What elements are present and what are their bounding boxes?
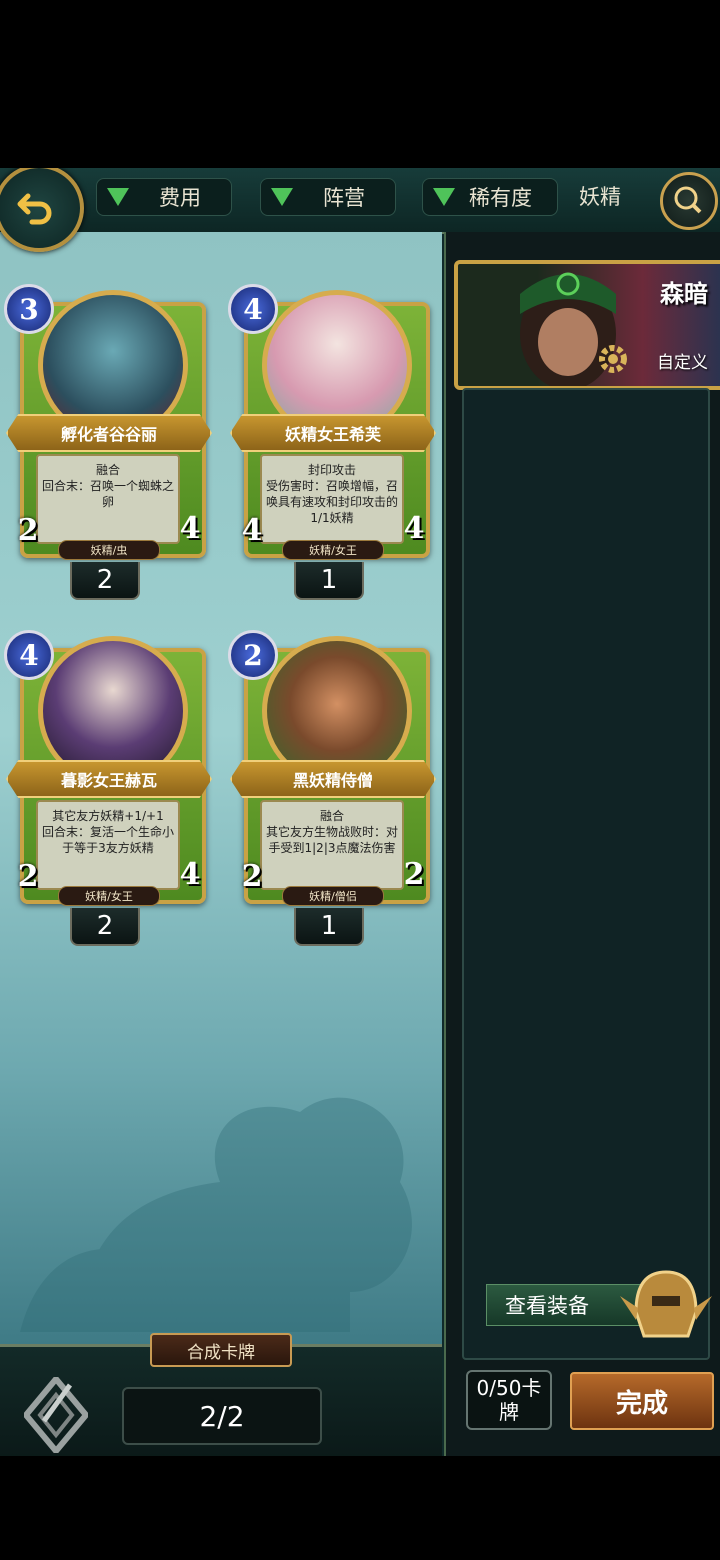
- card-name: 黑妖精侍僧: [230, 760, 436, 798]
- card-race: 妖精/僧侣: [282, 886, 384, 906]
- deck-builder: 费用 阵营 稀有度 妖精 孵化者谷谷丽 融合 回合末：召唤一个蜘蛛之卵 3 2 …: [0, 168, 720, 1456]
- bottom-bar: 合成卡牌 2/2: [0, 1333, 442, 1456]
- health-value: 4: [394, 506, 434, 550]
- health-value: 2: [394, 852, 434, 896]
- deck-panel: 森暗 自定义 查看装备 0/50卡牌 完成: [444, 232, 720, 1456]
- filter-bar: 费用 阵营 稀有度 妖精: [0, 168, 720, 252]
- card-race: 妖精/女王: [58, 886, 160, 906]
- cost-gem: 4: [228, 284, 278, 334]
- card-text: 融合 其它友方生物战败时：对手受到1|2|3点魔法伤害: [260, 800, 404, 890]
- helmet-icon: [620, 1270, 712, 1338]
- tribe-filter-value[interactable]: 妖精: [579, 181, 621, 211]
- search-icon: [674, 186, 702, 214]
- card-count: 1: [294, 562, 364, 600]
- back-arrow-icon: [17, 193, 52, 225]
- card-text: 融合 回合末：召唤一个蜘蛛之卵: [36, 454, 180, 544]
- gear-icon[interactable]: [596, 342, 630, 376]
- attack-value: 2: [232, 856, 272, 896]
- hero-portrait[interactable]: 森暗 自定义: [454, 260, 720, 390]
- dropdown-triangle-icon: [107, 188, 129, 206]
- craft-icon[interactable]: [24, 1377, 88, 1453]
- faction-filter[interactable]: 阵营: [260, 178, 396, 216]
- cost-gem: 3: [4, 284, 54, 334]
- cost-filter-label: 费用: [159, 186, 201, 210]
- health-value: 4: [170, 852, 210, 896]
- card-text: 封印攻击 受伤害时：召唤增幅，召唤具有速攻和封印攻击的1/1妖精: [260, 454, 404, 544]
- attack-value: 2: [8, 856, 48, 896]
- card-item[interactable]: 黑妖精侍僧 融合 其它友方生物战败时：对手受到1|2|3点魔法伤害 2 2 2 …: [226, 622, 436, 946]
- dropdown-triangle-icon: [271, 188, 293, 206]
- card-text: 其它友方妖精+1/+1 回合末：复活一个生命小于等于3友方妖精: [36, 800, 180, 890]
- hero-name: 森暗: [660, 279, 708, 308]
- deck-card-list[interactable]: [462, 388, 710, 1360]
- cost-filter[interactable]: 费用: [96, 178, 232, 216]
- dropdown-triangle-icon: [433, 188, 455, 206]
- card-race: 妖精/女王: [282, 540, 384, 560]
- card-count: 1: [294, 908, 364, 946]
- cost-gem: 2: [228, 630, 278, 680]
- craft-cards-button[interactable]: 合成卡牌: [150, 1333, 292, 1367]
- tree-silhouette-decoration: [20, 1097, 412, 1332]
- card-item[interactable]: 暮影女王赫瓦 其它友方妖精+1/+1 回合末：复活一个生命小于等于3友方妖精 4…: [2, 622, 212, 946]
- health-value: 4: [170, 506, 210, 550]
- card-name: 妖精女王希芙: [230, 414, 436, 452]
- deck-count: 0/50卡牌: [466, 1370, 552, 1430]
- page-indicator: 2/2: [122, 1387, 322, 1445]
- rarity-filter-label: 稀有度: [469, 186, 532, 210]
- card-name: 暮影女王赫瓦: [6, 760, 212, 798]
- cost-gem: 4: [4, 630, 54, 680]
- faction-filter-label: 阵营: [323, 186, 365, 210]
- hero-customize-label[interactable]: 自定义: [657, 348, 708, 373]
- card-count: 2: [70, 562, 140, 600]
- card-item[interactable]: 妖精女王希芙 封印攻击 受伤害时：召唤增幅，召唤具有速攻和封印攻击的1/1妖精 …: [226, 276, 436, 600]
- search-button[interactable]: [660, 172, 718, 230]
- card-name: 孵化者谷谷丽: [6, 414, 212, 452]
- card-race: 妖精/虫: [58, 540, 160, 560]
- attack-value: 4: [232, 510, 272, 550]
- card-item[interactable]: 孵化者谷谷丽 融合 回合末：召唤一个蜘蛛之卵 3 2 4 妖精/虫 2: [2, 276, 212, 600]
- attack-value: 2: [8, 510, 48, 550]
- rarity-filter[interactable]: 稀有度: [422, 178, 558, 216]
- card-collection: 孵化者谷谷丽 融合 回合末：召唤一个蜘蛛之卵 3 2 4 妖精/虫 2 妖精女王…: [0, 232, 442, 1344]
- done-button[interactable]: 完成: [570, 1372, 714, 1430]
- card-count: 2: [70, 908, 140, 946]
